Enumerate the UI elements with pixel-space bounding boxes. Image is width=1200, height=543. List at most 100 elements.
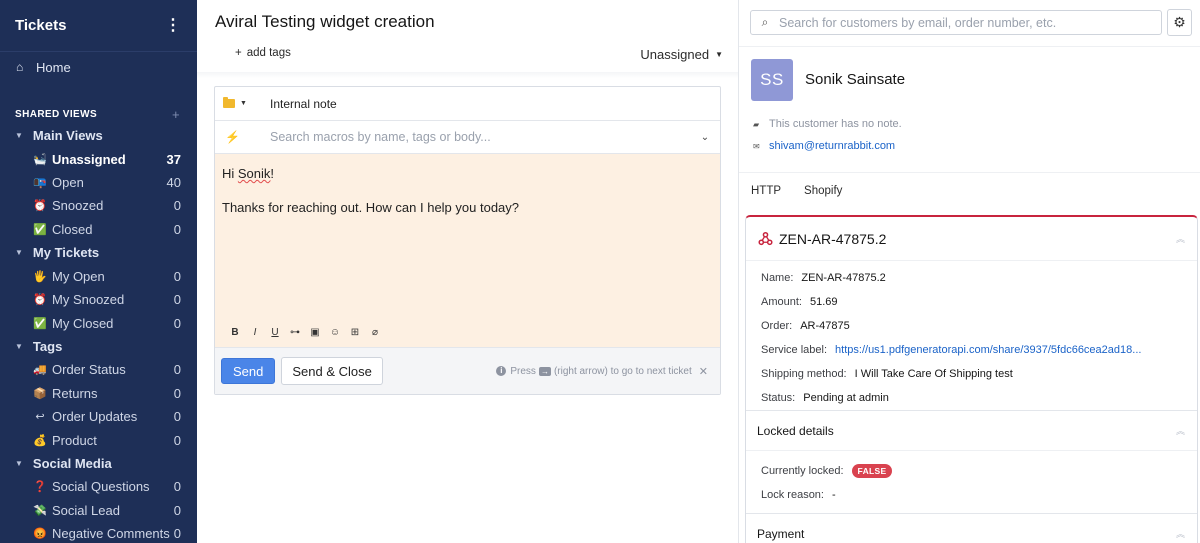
kebab-menu-icon[interactable]: ⋮ [165, 17, 181, 34]
info-icon: i [496, 366, 507, 376]
close-icon[interactable]: ✕ [699, 365, 708, 378]
sidebar-item-label: Social Questions [52, 479, 150, 495]
sidebar-item-label: Home [36, 59, 71, 75]
sidebar-item-closed[interactable]: ✅ Closed 0 [0, 218, 197, 241]
field-link[interactable]: https://us1.pdfgeneratorapi.com/share/39… [835, 344, 1141, 356]
view-emoji-icon: ❓ [33, 481, 47, 494]
payment-header[interactable]: Payment ︽ [746, 513, 1197, 543]
field-key: Shipping method: [761, 368, 847, 380]
send-close-button[interactable]: Send & Close [281, 357, 383, 385]
sidebar-group-label: Social Media [32, 456, 112, 472]
send-button[interactable]: Send [221, 358, 276, 384]
channel-selector[interactable]: ▼ [215, 97, 270, 108]
http-widget-card: ZEN-AR-47875.2 ︽ Name: ZEN-AR-47875.2 Amou… [745, 215, 1198, 543]
discount-icon[interactable]: ⊞ [345, 326, 365, 340]
macro-row: ⚡ ⌄ [215, 121, 720, 154]
field-value: I Will Take Care Of Shipping test [854, 368, 1013, 380]
sidebar-group-tags[interactable]: ▼ Tags [0, 335, 197, 359]
body-line: Thanks for reaching out. How can I help … [222, 200, 520, 216]
message-editor[interactable]: Hi Sonik! Thanks for reaching out. How c… [215, 154, 720, 347]
divider [739, 46, 1200, 47]
view-emoji-icon: ⏰ [33, 200, 47, 213]
chevron-up-icon[interactable]: ︽ [1176, 232, 1185, 245]
sidebar-item-social-questions[interactable]: ❓ Social Questions 0 [0, 475, 197, 498]
customer-email[interactable]: ✉ shivam@returnrabbit.com [753, 140, 895, 152]
home-icon: ⌂ [16, 60, 24, 74]
sidebar-item-home[interactable]: ⌂ Home [0, 53, 197, 81]
ticket-pane: Aviral Testing widget creation + add tags… [197, 0, 738, 543]
sidebar-title: Tickets [15, 17, 67, 34]
sidebar-group-main-views[interactable]: ▼ Main Views [0, 124, 197, 148]
field-key: Lock reason: [761, 489, 824, 501]
locked-details-header[interactable]: Locked details ︽ [746, 410, 1197, 451]
sidebar-item-my-snoozed[interactable]: ⏰ My Snoozed 0 [0, 288, 197, 311]
sidebar-item-label: Unassigned [52, 151, 126, 167]
widget-header[interactable]: ZEN-AR-47875.2 ︽ [746, 217, 1197, 261]
field-value: ZEN-AR-47875.2 [801, 272, 886, 284]
italic-icon[interactable]: I [245, 326, 265, 340]
link-icon[interactable]: ⊶ [285, 326, 305, 340]
tab-http[interactable]: HTTP [751, 185, 781, 197]
image-icon[interactable]: ▣ [305, 326, 325, 340]
customer-note[interactable]: ▰ This customer has no note. [753, 118, 902, 130]
webhook-icon [758, 231, 773, 246]
sidebar-group-my-tickets[interactable]: ▼ My Tickets [0, 241, 197, 265]
channel-row: ▼ Internal note [215, 87, 720, 121]
customer-name[interactable]: Sonik Sainsate [805, 71, 905, 88]
chevron-down-icon[interactable]: ⌄ [690, 132, 720, 143]
sidebar-item-label: Snoozed [52, 198, 104, 214]
locked-details-title: Locked details [757, 423, 834, 438]
sidebar-item-label: My Snoozed [52, 292, 125, 308]
sidebar-item-unassigned[interactable]: 🛀 Unassigned 37 [0, 148, 197, 171]
caret-down-icon: ▼ [15, 131, 23, 141]
field-row: Currently locked: FALSE [746, 459, 1197, 483]
gear-icon[interactable]: ⚙ [1167, 9, 1192, 36]
sidebar-item-count: 40 [166, 175, 181, 191]
caret-down-icon: ▼ [15, 341, 23, 351]
bold-icon[interactable]: B [225, 326, 245, 340]
customer-email-text: shivam@returnrabbit.com [769, 140, 896, 152]
lightning-icon: ⚡ [225, 130, 240, 144]
format-toolbar: B I U ⊶ ▣ ☺ ⊞ ⌀ [225, 326, 385, 340]
sidebar-item-count: 0 [173, 526, 181, 542]
sidebar-item-order-updates[interactable]: ↩ Order Updates 0 [0, 405, 197, 428]
sidebar-item-order-status[interactable]: 🚚 Order Status 0 [0, 358, 197, 381]
assignee-dropdown[interactable]: Unassigned ▼ [640, 47, 723, 62]
sidebar-item-negative-comments[interactable]: 😡 Negative Comments 0 [0, 522, 197, 543]
sidebar-item-open[interactable]: 📭 Open 40 [0, 171, 197, 194]
field-value: Pending at admin [803, 392, 889, 404]
ticket-title[interactable]: Aviral Testing widget creation [215, 12, 435, 32]
sidebar-item-my-open[interactable]: 🖐 My Open 0 [0, 265, 197, 288]
sidebar-item-snoozed[interactable]: ⏰ Snoozed 0 [0, 194, 197, 217]
sidebar-item-returns[interactable]: 📦 Returns 0 [0, 382, 197, 405]
hint-key: → [538, 366, 551, 376]
chevron-up-icon[interactable]: ︽ [1176, 424, 1185, 437]
underline-icon[interactable]: U [265, 326, 285, 340]
greeting-name: Sonik [237, 166, 271, 181]
sidebar-group-social-media[interactable]: ▼ Social Media [0, 452, 197, 476]
sidebar-item-count: 0 [173, 268, 181, 284]
field-row: Name: ZEN-AR-47875.2 [746, 266, 1197, 290]
emoji-icon[interactable]: ☺ [325, 326, 345, 340]
greeting-suffix: ! [270, 166, 275, 181]
tab-shopify[interactable]: Shopify [804, 185, 842, 197]
search-icon: ⌕ [761, 15, 769, 29]
caret-down-icon: ▼ [240, 100, 247, 107]
add-tags-button[interactable]: + add tags [235, 47, 291, 59]
view-emoji-icon: 🛀 [33, 153, 47, 166]
field-row: Lock reason: - [746, 483, 1197, 507]
chevron-up-icon[interactable]: ︽ [1176, 527, 1185, 540]
sidebar-item-count: 0 [173, 221, 181, 237]
sidebar-item-social-lead[interactable]: 💸 Social Lead 0 [0, 499, 197, 522]
sidebar-item-label: Returns [52, 385, 98, 401]
view-emoji-icon: 💰 [33, 434, 47, 447]
macro-search-input[interactable] [270, 130, 690, 144]
sidebar-item-product[interactable]: 💰 Product 0 [0, 428, 197, 451]
sidebar-item-my-closed[interactable]: ✅ My Closed 0 [0, 311, 197, 334]
sidebar-item-label: Social Lead [52, 502, 120, 518]
attachment-icon[interactable]: ⌀ [365, 326, 385, 340]
add-view-icon[interactable]: + [172, 107, 180, 122]
customer-search-input[interactable] [779, 15, 1161, 30]
sidebar-item-label: Product [52, 432, 97, 448]
divider [739, 172, 1200, 173]
